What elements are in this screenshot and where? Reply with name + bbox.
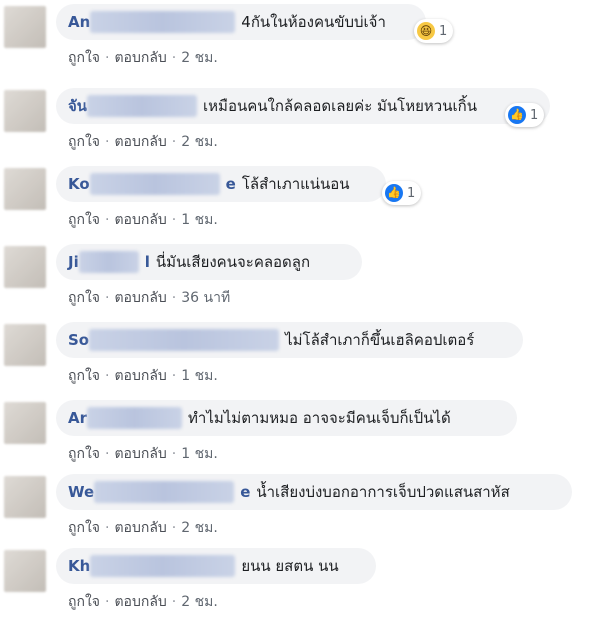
author-name-suffix[interactable]: l xyxy=(145,253,150,271)
avatar[interactable] xyxy=(4,90,46,132)
comment-actions: ถูกใจ · ตอบกลับ · 2 ชม. xyxy=(68,520,218,536)
comment-bubble: Ar ทำไมไม่ตามหมอ อาจจะมีคนเจ็บก็เป็นได้ xyxy=(56,400,517,436)
comment-actions: ถูกใจ · ตอบกลับ · 2 ชม. xyxy=(68,134,218,150)
comment-item: Ko e โล้สำเภาแน่นอน 👍 1 ถูกใจ · ตอบกลับ · 1 … xyxy=(0,162,615,240)
haha-icon: 😆 xyxy=(417,22,435,40)
reply-link[interactable]: ตอบกลับ xyxy=(114,446,166,462)
blurred-author-name xyxy=(90,555,236,577)
comment-text: ยนน ยสตน นน xyxy=(241,557,339,575)
author-name[interactable]: จัน xyxy=(68,94,87,118)
comment-text: โล้สำเภาแน่นอน xyxy=(241,175,350,193)
comment-bubble: Kh ยนน ยสตน นน xyxy=(56,548,376,584)
avatar[interactable] xyxy=(4,6,46,48)
comment-text: นี่มันเสียงคนจะคลอดลูก xyxy=(155,253,311,271)
comment-actions: ถูกใจ · ตอบกลับ · 36 นาที xyxy=(68,290,231,306)
comment-actions: ถูกใจ · ตอบกลับ · 2 ชม. xyxy=(68,50,218,66)
author-name-suffix[interactable]: e xyxy=(226,175,236,193)
like-link[interactable]: ถูกใจ xyxy=(68,520,100,536)
like-link[interactable]: ถูกใจ xyxy=(68,594,100,610)
comment-item: Ar ทำไมไม่ตามหมอ อาจจะมีคนเจ็บก็เป็นได้ … xyxy=(0,396,615,474)
blurred-author-name xyxy=(90,11,236,33)
comment-item: Kh ยนน ยสตน นน ถูกใจ · ตอบกลับ · 2 ชม. xyxy=(0,544,615,622)
blurred-author-name xyxy=(89,173,220,195)
author-name[interactable]: Ko xyxy=(68,175,90,193)
timestamp[interactable]: 1 ชม. xyxy=(181,446,218,462)
comment-text: น้ำเสียงบ่งบอกอาการเจ็บปวดแสนสาหัส xyxy=(256,483,510,501)
timestamp[interactable]: 2 ชม. xyxy=(181,134,218,150)
avatar[interactable] xyxy=(4,476,46,518)
reply-link[interactable]: ตอบกลับ xyxy=(114,212,166,228)
comment-bubble: Ji l นี่มันเสียงคนจะคลอดลูก xyxy=(56,244,362,280)
comment-bubble: We e น้ำเสียงบ่งบอกอาการเจ็บปวดแสนสาหัส xyxy=(56,474,572,510)
reply-link[interactable]: ตอบกลับ xyxy=(114,134,166,150)
like-link[interactable]: ถูกใจ xyxy=(68,446,100,462)
timestamp[interactable]: 1 ชม. xyxy=(181,212,218,228)
author-name[interactable]: An xyxy=(68,13,90,31)
comment-item: So ไม่โล้สำเภาก็ขึ้นเฮลิคอปเตอร์ ถูกใจ · ต… xyxy=(0,318,615,396)
like-link[interactable]: ถูกใจ xyxy=(68,212,100,228)
author-name-suffix[interactable]: e xyxy=(240,483,250,501)
reply-link[interactable]: ตอบกลับ xyxy=(114,50,166,66)
author-name[interactable]: So xyxy=(68,331,89,349)
comment-item: Ji l นี่มันเสียงคนจะคลอดลูก ถูกใจ · ตอบกลั… xyxy=(0,240,615,318)
reaction-count[interactable]: 👍 1 xyxy=(505,103,545,127)
reply-link[interactable]: ตอบกลับ xyxy=(114,594,166,610)
reply-link[interactable]: ตอบกลับ xyxy=(114,368,166,384)
blurred-author-name xyxy=(78,251,139,273)
comment-bubble: An 4กันในห้องคนขับบ่เจ้า xyxy=(56,4,426,40)
comment-actions: ถูกใจ · ตอบกลับ · 2 ชม. xyxy=(68,594,218,610)
timestamp[interactable]: 2 ชม. xyxy=(181,50,218,66)
author-name[interactable]: Ji xyxy=(68,253,79,271)
comment-actions: ถูกใจ · ตอบกลับ · 1 ชม. xyxy=(68,446,218,462)
comment-bubble: So ไม่โล้สำเภาก็ขึ้นเฮลิคอปเตอร์ xyxy=(56,322,523,358)
like-icon: 👍 xyxy=(508,106,526,124)
timestamp[interactable]: 2 ชม. xyxy=(181,594,218,610)
reply-link[interactable]: ตอบกลับ xyxy=(114,290,166,306)
blurred-author-name xyxy=(89,329,280,351)
avatar[interactable] xyxy=(4,550,46,592)
blurred-author-name xyxy=(87,407,183,429)
avatar[interactable] xyxy=(4,324,46,366)
like-link[interactable]: ถูกใจ xyxy=(68,134,100,150)
like-link[interactable]: ถูกใจ xyxy=(68,50,100,66)
like-icon: 👍 xyxy=(385,184,403,202)
reaction-number: 1 xyxy=(407,185,416,201)
comment-text: เหมือนคนใกล้คลอดเลยค่ะ มันโหยหวนเกิ้น xyxy=(203,97,477,115)
like-link[interactable]: ถูกใจ xyxy=(68,290,100,306)
comment-actions: ถูกใจ · ตอบกลับ · 1 ชม. xyxy=(68,212,218,228)
reaction-number: 1 xyxy=(439,23,448,39)
comment-text: ไม่โล้สำเภาก็ขึ้นเฮลิคอปเตอร์ xyxy=(285,331,475,349)
comment-actions: ถูกใจ · ตอบกลับ · 1 ชม. xyxy=(68,368,218,384)
reaction-count[interactable]: 😆 1 xyxy=(414,19,454,43)
author-name[interactable]: Kh xyxy=(68,557,90,575)
avatar[interactable] xyxy=(4,246,46,288)
timestamp[interactable]: 1 ชม. xyxy=(181,368,218,384)
reply-link[interactable]: ตอบกลับ xyxy=(114,520,166,536)
comment-text: ทำไมไม่ตามหมอ อาจจะมีคนเจ็บก็เป็นได้ xyxy=(188,409,451,427)
author-name[interactable]: Ar xyxy=(68,409,87,427)
like-link[interactable]: ถูกใจ xyxy=(68,368,100,384)
comment-bubble: จัน เหมือนคนใกล้คลอดเลยค่ะ มันโหยหวนเกิ้… xyxy=(56,88,550,124)
timestamp[interactable]: 2 ชม. xyxy=(181,520,218,536)
comment-bubble: Ko e โล้สำเภาแน่นอน xyxy=(56,166,386,202)
avatar[interactable] xyxy=(4,168,46,210)
comment-text: 4กันในห้องคนขับบ่เจ้า xyxy=(241,13,386,31)
blurred-author-name xyxy=(94,481,235,503)
reaction-count[interactable]: 👍 1 xyxy=(382,181,422,205)
comment-item: We e น้ำเสียงบ่งบอกอาการเจ็บปวดแสนสาหัส … xyxy=(0,470,615,548)
avatar[interactable] xyxy=(4,402,46,444)
author-name[interactable]: We xyxy=(68,483,94,501)
blurred-author-name xyxy=(87,95,198,117)
timestamp[interactable]: 36 นาที xyxy=(181,290,230,306)
comment-item: จัน เหมือนคนใกล้คลอดเลยค่ะ มันโหยหวนเกิ้… xyxy=(0,84,615,162)
comment-item: An 4กันในห้องคนขับบ่เจ้า 😆 1 ถูกใจ · ตอบกล… xyxy=(0,0,615,78)
reaction-number: 1 xyxy=(530,107,539,123)
